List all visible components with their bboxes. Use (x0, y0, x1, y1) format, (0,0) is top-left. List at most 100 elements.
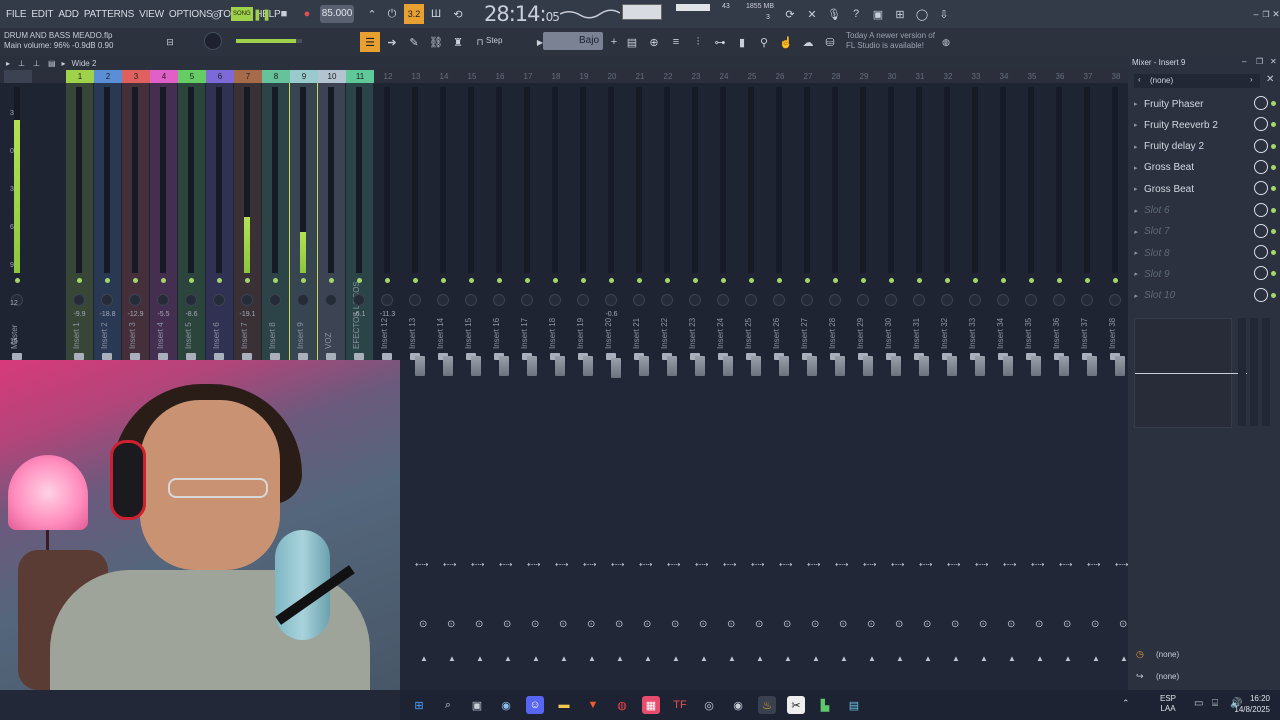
pan-knob[interactable] (913, 294, 925, 306)
effect-slot[interactable]: ▸ Fruity Phaser (1134, 94, 1276, 114)
mixer-strip[interactable]: Insert 28 (822, 83, 849, 360)
mute-led[interactable] (1113, 278, 1118, 283)
route-arrow-icon[interactable]: ▲ (728, 654, 736, 663)
route-arrow-icon[interactable]: ▲ (420, 654, 428, 663)
mixer-strip[interactable]: Insert 33 (962, 83, 989, 360)
swap-arrows-icon[interactable]: ⇠⇢ (1059, 560, 1072, 569)
volume-fader[interactable] (74, 353, 84, 360)
mute-led[interactable] (945, 278, 950, 283)
mixer-strip[interactable]: Insert 4 -5.5 (150, 83, 177, 360)
mixer-strip[interactable]: Insert 18 (542, 83, 569, 360)
mixer-strip[interactable]: Insert 17 (514, 83, 541, 360)
mixer-strip[interactable]: Insert 30 (878, 83, 905, 360)
route-arrow-icon[interactable]: ▲ (952, 654, 960, 663)
swap-arrows-icon[interactable]: ⇠⇢ (499, 560, 512, 569)
mixer-strip[interactable]: Insert 1 -9.9 (66, 83, 93, 360)
mixer-strip[interactable]: Insert 35 (1018, 83, 1045, 360)
route-knob-icon[interactable]: ⊙ (951, 619, 959, 630)
volume-fader[interactable] (1115, 356, 1125, 376)
slot-mix-knob[interactable] (1254, 117, 1268, 132)
swap-arrows-icon[interactable]: ⇠⇢ (779, 560, 792, 569)
route-knob-icon[interactable]: ⊙ (671, 619, 679, 630)
route-knob-icon[interactable]: ⊙ (1119, 619, 1127, 630)
pan-knob[interactable] (521, 294, 533, 306)
slot-enable-led[interactable] (1271, 250, 1276, 256)
mixer-strip[interactable]: Insert 13 (402, 83, 429, 360)
effect-slot[interactable]: ▸ Fruity Reeverb 2 (1134, 115, 1276, 135)
swap-arrows-icon[interactable]: ⇠⇢ (1115, 560, 1128, 569)
swap-arrows-icon[interactable]: ⇠⇢ (947, 560, 960, 569)
menu-item-add[interactable]: ADD (58, 9, 79, 20)
route-arrow-icon[interactable]: ▲ (532, 654, 540, 663)
undo-history-icon[interactable]: ⟳ (780, 4, 800, 24)
slot-arrow-icon[interactable]: ▸ (1134, 249, 1144, 257)
volume-fader[interactable] (1003, 356, 1013, 376)
route-arrow-icon[interactable]: ▲ (980, 654, 988, 663)
song-mode-toggle[interactable]: SONG (231, 7, 253, 21)
slot-arrow-icon[interactable]: ▸ (1134, 164, 1144, 172)
mute-led[interactable] (301, 278, 306, 283)
route-arrow-icon[interactable]: ▲ (644, 654, 652, 663)
swap-arrows-icon[interactable]: ⇠⇢ (667, 560, 680, 569)
volume-fader[interactable] (975, 356, 985, 376)
swap-arrows-icon[interactable]: ⇠⇢ (751, 560, 764, 569)
brave-icon[interactable]: ▼ (584, 696, 602, 714)
record-button[interactable]: ● (297, 4, 317, 24)
touch-icon[interactable]: ☝ (776, 32, 796, 52)
route-knob-icon[interactable]: ⊙ (643, 619, 651, 630)
route-arrow-icon[interactable]: ▲ (1008, 654, 1016, 663)
panic-icon[interactable]: ✕ (802, 4, 822, 24)
loop-record-icon[interactable]: ⟲ (448, 4, 468, 24)
swap-arrows-icon[interactable]: ⇠⇢ (695, 560, 708, 569)
pan-knob[interactable] (605, 294, 617, 306)
main-volume-knob[interactable] (204, 32, 222, 50)
swap-arrows-icon[interactable]: ⇠⇢ (863, 560, 876, 569)
volume-fader[interactable] (382, 353, 392, 360)
language-indicator[interactable]: ESP LAA (1160, 694, 1176, 714)
app-green-icon[interactable]: ▙ (816, 696, 834, 714)
mixer-strip[interactable]: Insert 8 (262, 83, 289, 360)
cloud-icon[interactable]: ☁ (798, 32, 818, 52)
volume-fader[interactable] (298, 353, 308, 360)
mute-led[interactable] (105, 278, 110, 283)
pan-knob[interactable] (465, 294, 477, 306)
volume-fader[interactable] (443, 356, 453, 376)
pan-knob[interactable] (717, 294, 729, 306)
mixer-strip[interactable]: Insert 31 (906, 83, 933, 360)
mixer-strip[interactable]: Insert 15 (458, 83, 485, 360)
swap-arrows-icon[interactable]: ⇠⇢ (415, 560, 428, 569)
route-arrow-icon[interactable]: ▲ (924, 654, 932, 663)
mute-led[interactable] (1085, 278, 1090, 283)
volume-fader[interactable] (270, 353, 280, 360)
slot-enable-led[interactable] (1271, 271, 1276, 277)
mute-led[interactable] (1057, 278, 1062, 283)
swap-arrows-icon[interactable]: ⇠⇢ (1003, 560, 1016, 569)
volume-fader[interactable] (779, 356, 789, 376)
route-knob-icon[interactable]: ⊙ (419, 619, 427, 630)
swap-arrows-icon[interactable]: ⇠⇢ (1087, 560, 1100, 569)
pan-knob[interactable] (689, 294, 701, 306)
slot-mix-knob[interactable] (1254, 202, 1268, 217)
route-arrow-icon[interactable]: ▲ (672, 654, 680, 663)
windows-start-icon[interactable]: ⊞ (410, 696, 428, 714)
route-knob-icon[interactable]: ⊙ (1063, 619, 1071, 630)
route-arrow-icon[interactable]: ▲ (1120, 654, 1128, 663)
pan-knob[interactable] (297, 294, 309, 306)
mixer-strip[interactable]: Insert 6 (206, 83, 233, 360)
obs-icon[interactable]: ◉ (729, 696, 747, 714)
panel-fader-stereo[interactable] (1262, 318, 1270, 426)
stamp-icon[interactable]: ♜ (448, 32, 468, 52)
panel-close-icon[interactable]: ✕ (1270, 57, 1277, 66)
mute-led[interactable] (217, 278, 222, 283)
swap-arrows-icon[interactable]: ⇠⇢ (471, 560, 484, 569)
task-view-icon[interactable]: ▣ (468, 696, 486, 714)
volume-fader[interactable] (1031, 356, 1041, 376)
route-knob-icon[interactable]: ⊙ (895, 619, 903, 630)
mute-led[interactable] (805, 278, 810, 283)
volume-fader[interactable] (639, 356, 649, 376)
mute-led[interactable] (385, 278, 390, 283)
mixer-strip[interactable]: Insert 7 -19.1 (234, 83, 261, 360)
mute-led[interactable] (1001, 278, 1006, 283)
route-arrow-icon[interactable]: ▲ (504, 654, 512, 663)
mixer-strip[interactable]: Insert 9 (289, 83, 318, 360)
